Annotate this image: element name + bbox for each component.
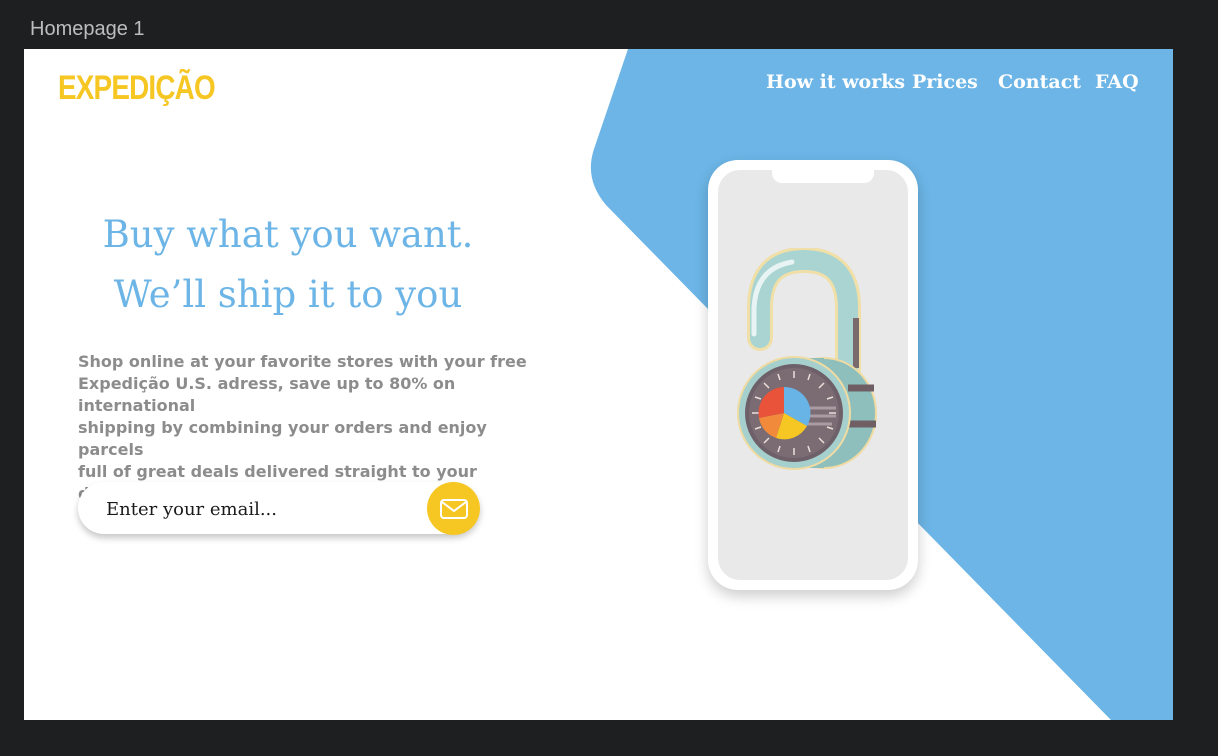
nav-link-prices[interactable]: Prices	[912, 71, 978, 93]
email-submit-button[interactable]	[427, 482, 480, 535]
homepage-artboard: EXPEDIÇÃO How it works Prices Contact FA…	[24, 49, 1173, 720]
nav-link-how-it-works[interactable]: How it works	[766, 71, 905, 93]
mail-icon	[439, 498, 468, 519]
nav-link-faq[interactable]: FAQ	[1095, 71, 1139, 93]
nav-link-contact[interactable]: Contact	[998, 71, 1081, 93]
email-signup-form	[78, 482, 480, 535]
main-nav: How it works Prices Contact FAQ	[24, 71, 1173, 101]
open-padlock-icon	[737, 248, 877, 470]
artboard-label: Homepage 1	[30, 18, 145, 40]
phone-screen	[718, 170, 908, 580]
email-input[interactable]	[104, 492, 408, 526]
hero-headline-line-1: Buy what you want.	[102, 213, 474, 256]
phone-notch	[772, 170, 874, 183]
smartphone-icon	[708, 160, 918, 590]
hero-headline-line-2: We’ll ship it to you	[113, 273, 463, 316]
